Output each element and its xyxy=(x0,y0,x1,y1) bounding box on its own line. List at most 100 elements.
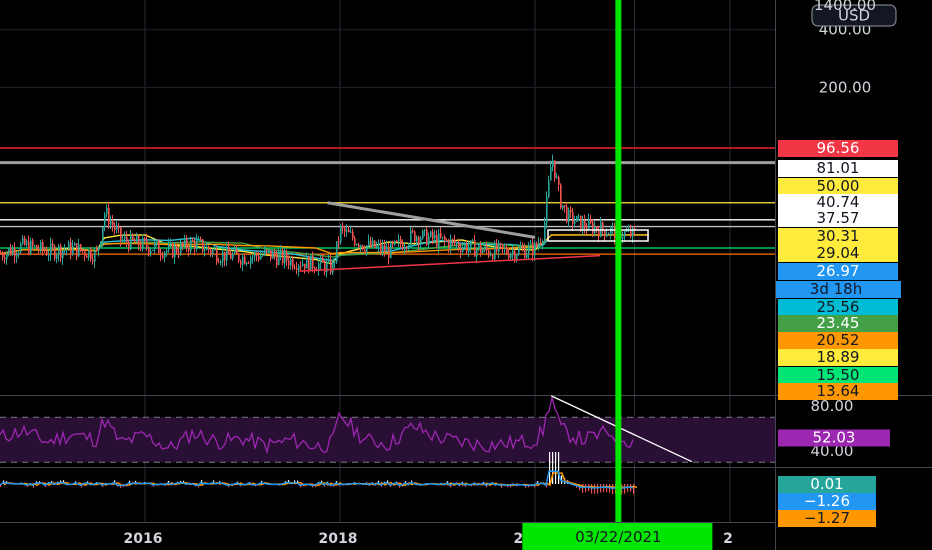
candle-body[interactable] xyxy=(242,256,244,265)
candle-body[interactable] xyxy=(362,245,364,250)
candle-body[interactable] xyxy=(346,229,348,232)
candle-body[interactable] xyxy=(308,256,310,272)
candle-body[interactable] xyxy=(194,241,196,249)
candle-body[interactable] xyxy=(24,237,26,245)
candle-body[interactable] xyxy=(178,252,180,254)
candle-body[interactable] xyxy=(148,246,150,254)
candle-body[interactable] xyxy=(360,245,362,248)
candle-body[interactable] xyxy=(202,239,204,251)
candle-body[interactable] xyxy=(312,255,314,269)
candle-body[interactable] xyxy=(378,243,380,246)
candle-body[interactable] xyxy=(436,234,438,247)
candle-body[interactable] xyxy=(464,243,466,247)
candle-body[interactable] xyxy=(246,262,248,265)
candle-body[interactable] xyxy=(116,227,118,230)
candle-body[interactable] xyxy=(290,258,292,266)
candle-body[interactable] xyxy=(266,249,268,251)
candle-body[interactable] xyxy=(248,262,250,264)
candle-body[interactable] xyxy=(158,241,160,254)
candle-body[interactable] xyxy=(408,244,410,249)
candle-body[interactable] xyxy=(398,239,400,242)
candle-body[interactable] xyxy=(332,262,334,273)
candle-body[interactable] xyxy=(344,228,346,232)
candle-body[interactable] xyxy=(366,245,368,253)
candle-body[interactable] xyxy=(294,267,296,269)
candle-body[interactable] xyxy=(50,243,52,255)
candle-body[interactable] xyxy=(104,214,106,228)
candle-body[interactable] xyxy=(320,257,322,264)
candle-body[interactable] xyxy=(568,209,570,222)
candle-body[interactable] xyxy=(622,236,624,239)
candle-body[interactable] xyxy=(438,233,440,247)
candle-body[interactable] xyxy=(74,243,76,246)
candle-body[interactable] xyxy=(406,247,408,249)
candle-body[interactable] xyxy=(456,242,458,244)
candle-body[interactable] xyxy=(28,241,30,254)
candle-body[interactable] xyxy=(536,243,538,247)
candle-body[interactable] xyxy=(440,233,442,238)
candle-body[interactable] xyxy=(460,247,462,252)
candle-body[interactable] xyxy=(368,240,370,246)
candle-body[interactable] xyxy=(364,249,366,253)
candle-body[interactable] xyxy=(306,256,308,269)
candle-body[interactable] xyxy=(496,243,498,252)
candle-body[interactable] xyxy=(404,247,406,250)
candle-body[interactable] xyxy=(276,255,278,265)
candle-body[interactable] xyxy=(62,250,64,259)
candle-body[interactable] xyxy=(56,254,58,259)
candle-body[interactable] xyxy=(422,230,424,239)
candle-body[interactable] xyxy=(524,247,526,258)
candle-body[interactable] xyxy=(8,248,10,253)
candle-body[interactable] xyxy=(540,242,542,244)
candle-body[interactable] xyxy=(466,243,468,252)
candle-body[interactable] xyxy=(198,238,200,240)
crosshair-vertical[interactable] xyxy=(615,0,622,522)
candle-body[interactable] xyxy=(484,246,486,251)
candle-body[interactable] xyxy=(100,241,102,248)
candle-body[interactable] xyxy=(44,249,46,252)
candle-body[interactable] xyxy=(36,245,38,250)
candle-body[interactable] xyxy=(94,249,96,262)
candle-body[interactable] xyxy=(292,258,294,268)
candle-body[interactable] xyxy=(458,242,460,248)
candle-body[interactable] xyxy=(382,245,384,252)
candle-body[interactable] xyxy=(60,245,62,259)
candle-body[interactable] xyxy=(350,231,352,233)
candle-body[interactable] xyxy=(370,240,372,247)
candle-body[interactable] xyxy=(522,247,524,249)
candle-body[interactable] xyxy=(236,248,238,254)
candle-body[interactable] xyxy=(556,176,558,178)
candle-body[interactable] xyxy=(76,243,78,257)
candle-body[interactable] xyxy=(176,245,178,253)
candle-body[interactable] xyxy=(268,250,270,252)
candle-body[interactable] xyxy=(390,242,392,258)
candle-body[interactable] xyxy=(58,245,60,255)
candle-body[interactable] xyxy=(442,236,444,238)
candle-body[interactable] xyxy=(328,259,330,262)
candle-body[interactable] xyxy=(46,251,48,256)
candle-body[interactable] xyxy=(274,251,276,256)
candle-body[interactable] xyxy=(518,247,520,255)
candle-body[interactable] xyxy=(626,230,628,232)
candle-body[interactable] xyxy=(356,244,358,246)
candle-body[interactable] xyxy=(250,257,252,264)
candle-body[interactable] xyxy=(210,249,212,254)
candle-body[interactable] xyxy=(494,243,496,260)
candle-body[interactable] xyxy=(470,240,472,248)
candle-body[interactable] xyxy=(96,249,98,251)
candle-body[interactable] xyxy=(490,255,492,257)
candle-body[interactable] xyxy=(110,221,112,225)
candle-body[interactable] xyxy=(10,248,12,255)
candle-body[interactable] xyxy=(272,251,274,259)
candle-body[interactable] xyxy=(256,252,258,257)
candle-body[interactable] xyxy=(296,267,298,270)
candle-body[interactable] xyxy=(508,253,510,258)
candle-body[interactable] xyxy=(624,231,626,237)
candle-body[interactable] xyxy=(84,250,86,256)
candle-body[interactable] xyxy=(156,241,158,244)
candle-body[interactable] xyxy=(478,244,480,250)
candle-body[interactable] xyxy=(336,241,338,262)
candle-body[interactable] xyxy=(172,243,174,258)
candle-body[interactable] xyxy=(146,239,148,247)
candle-body[interactable] xyxy=(282,250,284,263)
